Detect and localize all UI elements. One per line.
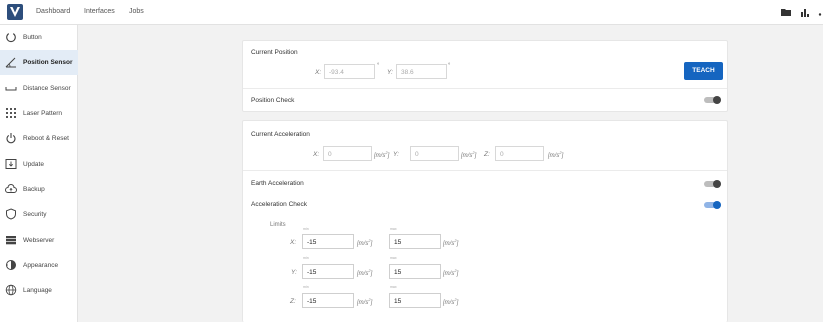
folder-icon[interactable] [781, 8, 791, 19]
sidebar-item-label: Appearance [23, 262, 59, 269]
nav-jobs[interactable]: Jobs [129, 8, 144, 15]
sidebar-item-label: Button [23, 34, 42, 41]
limit-z-axis-label: Z: [290, 298, 296, 305]
power-icon [5, 132, 17, 144]
sidebar-item-label: Language [23, 287, 52, 294]
limit-y-min-unit: [m/s2] [357, 268, 373, 277]
sidebar-item-label: Backup [23, 186, 45, 193]
current-position-title: Current Position [251, 49, 298, 56]
divider [243, 170, 727, 171]
accel-z-label: Z: [484, 151, 490, 158]
sidebar-item-label: Reboot & Reset [23, 135, 69, 142]
acceleration-check-label: Acceleration Check [251, 201, 307, 208]
accel-y-label: Y: [393, 151, 399, 158]
sidebar-item-distance-sensor[interactable]: Distance Sensor [0, 76, 78, 101]
grid-icon [5, 107, 17, 119]
sidebar-item-reboot-reset[interactable]: Reboot & Reset [0, 126, 78, 151]
toggle-knob [713, 96, 721, 104]
divider [243, 88, 727, 89]
sidebar-item-label: Laser Pattern [23, 110, 63, 117]
sidebar-item-backup[interactable]: Backup [0, 177, 78, 202]
sidebar-item-label: Update [23, 161, 44, 168]
globe-icon [5, 284, 17, 296]
sidebar: Button Position Sensor Distance Sensor L… [0, 25, 78, 322]
nav-dashboard[interactable]: Dashboard [36, 8, 70, 15]
sidebar-item-laser-pattern[interactable]: Laser Pattern [0, 101, 78, 126]
sidebar-item-label: Position Sensor [23, 59, 73, 66]
app-logo[interactable] [7, 4, 23, 20]
accel-x-unit: [m/s2] [374, 150, 390, 159]
earth-acceleration-toggle[interactable] [704, 180, 721, 188]
y-degree-unit: ° [448, 63, 451, 69]
limit-z-min-unit: [m/s2] [357, 297, 373, 306]
limit-x-min-field[interactable]: -15 [302, 234, 354, 249]
position-check-toggle[interactable] [704, 96, 721, 104]
limit-z-max-field[interactable]: 15 [389, 293, 441, 308]
limit-z-max-unit: [m/s2] [443, 297, 459, 306]
sidebar-item-label: Webserver [23, 237, 55, 244]
position-y-field[interactable]: 38.6 [396, 64, 447, 79]
sidebar-item-update[interactable]: Update [0, 152, 78, 177]
acceleration-check-toggle[interactable] [704, 201, 721, 209]
accel-z-unit: [m/s2] [548, 150, 564, 159]
sidebar-item-appearance[interactable]: Appearance [0, 253, 78, 278]
nav-interfaces[interactable]: Interfaces [84, 8, 115, 15]
limits-label: Limits [270, 222, 286, 228]
angle-icon [5, 56, 17, 68]
toggle-knob [713, 201, 721, 209]
x-degree-unit: ° [377, 63, 380, 69]
accel-x-label: X: [313, 151, 320, 158]
limit-x-max-field[interactable]: 15 [389, 234, 441, 249]
limit-x-max-unit: [m/s2] [443, 238, 459, 247]
max-caption: max [390, 285, 397, 289]
sidebar-item-label: Distance Sensor [23, 85, 71, 92]
limit-y-max-field[interactable]: 15 [389, 264, 441, 279]
current-acceleration-title: Current Acceleration [251, 131, 310, 138]
appearance-icon [5, 259, 17, 271]
cloud-upload-icon [5, 183, 17, 195]
limit-z-min-field[interactable]: -15 [302, 293, 354, 308]
acceleration-card: Current Acceleration X: 0 [m/s2] Y: 0 [m… [242, 120, 728, 322]
limit-y-min-field[interactable]: -15 [302, 264, 354, 279]
sidebar-item-position-sensor[interactable]: Position Sensor [0, 50, 78, 75]
limit-y-max-unit: [m/s2] [443, 268, 459, 277]
max-caption: max [390, 256, 397, 260]
position-card: Current Position X: -93.4 ° Y: 38.6 ° TE… [242, 40, 728, 112]
y-axis-label: Y: [387, 69, 393, 76]
sidebar-item-webserver[interactable]: Webserver [0, 228, 78, 253]
max-caption: max [390, 227, 397, 231]
accel-x-field[interactable]: 0 [323, 146, 372, 161]
shield-icon [5, 208, 17, 220]
update-icon [5, 158, 17, 170]
min-caption: min [303, 256, 309, 260]
distance-icon [5, 82, 17, 94]
sidebar-item-button[interactable]: Button [0, 25, 78, 50]
limit-y-axis-label: Y: [291, 269, 297, 276]
limit-x-axis-label: X: [290, 239, 297, 246]
accel-z-field[interactable]: 0 [495, 146, 544, 161]
limit-x-min-unit: [m/s2] [357, 238, 373, 247]
server-icon [5, 234, 17, 246]
bar-chart-icon[interactable] [800, 8, 810, 19]
toggle-knob [713, 180, 721, 188]
more-icon[interactable] [818, 11, 822, 18]
min-caption: min [303, 227, 309, 231]
accel-y-field[interactable]: 0 [410, 146, 459, 161]
sidebar-item-language[interactable]: Language [0, 278, 78, 303]
top-bar: Dashboard Interfaces Jobs [0, 0, 823, 25]
x-axis-label: X: [315, 69, 322, 76]
earth-acceleration-label: Earth Acceleration [251, 180, 304, 187]
min-caption: min [303, 285, 309, 289]
sidebar-item-label: Security [23, 211, 47, 218]
power-circle-icon [5, 31, 17, 43]
position-check-label: Position Check [251, 97, 295, 104]
sidebar-item-security[interactable]: Security [0, 202, 78, 227]
teach-button[interactable]: TEACH [684, 62, 723, 80]
position-x-field[interactable]: -93.4 [324, 64, 375, 79]
accel-y-unit: [m/s2] [461, 150, 477, 159]
